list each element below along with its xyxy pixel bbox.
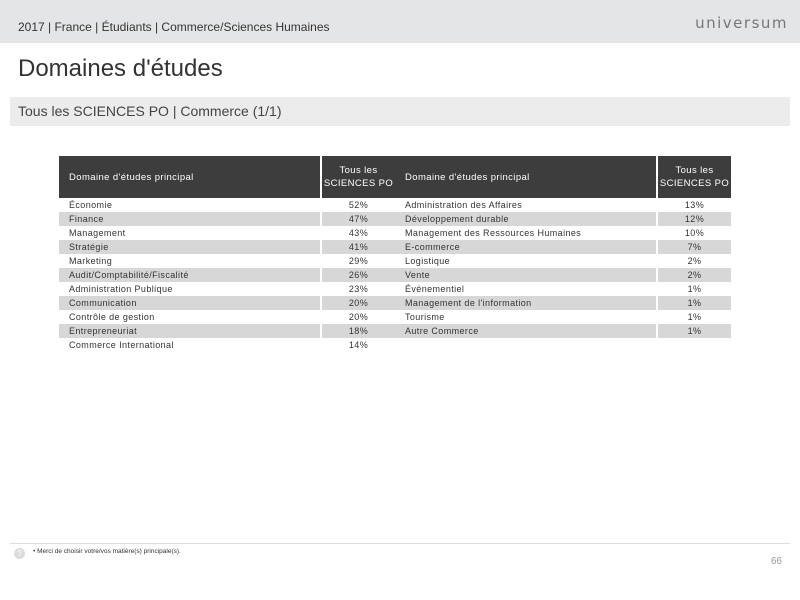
footnote: • Merci de choisir votre/vos matière(s) … [33,548,181,555]
percent-cell: 2% [656,268,731,282]
percent-cell: 1% [656,310,731,324]
domain-cell: Événementiel [405,284,465,294]
domain-cell: Administration des Affaires [405,200,523,210]
table-row: E-commerce 7% [395,240,731,254]
percent-cell: 10% [656,226,731,240]
percent-cell: 13% [656,198,731,212]
domain-cell: Administration Publique [69,284,173,294]
domain-cell: Vente [395,268,656,282]
column-header-domain: Domaine d'études principal [59,156,320,198]
percent-cell: 1% [656,296,731,310]
domain-cell: Économie [69,200,113,210]
page-title: Domaines d'études [18,55,223,82]
top-bar: 2017 | France | Étudiants | Commerce/Sci… [0,0,800,43]
domain-cell: Commerce International [69,340,174,350]
table-row: Logistique 2% [395,254,731,268]
page-number: 66 [770,556,782,567]
domain-cell: Autre Commerce [395,324,656,338]
percent-cell: 1% [656,324,731,338]
table-row: Audit/Comptabilité/Fiscalité 26% [59,268,395,282]
percent-cell: 23% [320,282,395,296]
domain-cell: E-commerce [395,240,656,254]
table-row: Développement durable 12% [395,212,731,226]
percent-cell: 26% [320,268,395,282]
column-header-percent: Tous les SCIENCES PO [656,156,731,198]
domain-cell: Communication [59,296,320,310]
left-table: Domaine d'études principal Tous les SCIE… [59,156,395,352]
column-header-percent-line1: Tous les [675,165,714,176]
percent-cell: 1% [656,282,731,296]
percent-cell: 18% [320,324,395,338]
table-row: Entrepreneuriat 18% [59,324,395,338]
subtitle: Tous les SCIENCES PO | Commerce (1/1) [18,103,282,119]
breadcrumb: 2017 | France | Étudiants | Commerce/Sci… [18,20,330,34]
table-row: Administration des Affaires 13% [395,198,731,212]
percent-cell: 20% [320,310,395,324]
domain-cell: Management [69,228,126,238]
table-row: Finance 47% [59,212,395,226]
column-header-percent-line2: SCIENCES PO [659,178,730,189]
domain-cell: Entrepreneuriat [59,324,320,338]
percent-cell: 52% [320,198,395,212]
domain-cell: Management de l'information [395,296,656,310]
domain-cell: Management des Ressources Humaines [405,228,582,238]
percent-cell: 47% [320,212,395,226]
column-header-percent: Tous les SCIENCES PO [320,156,395,198]
domain-cell: Tourisme [405,312,445,322]
table-row: Administration Publique 23% [59,282,395,296]
domain-cell: Audit/Comptabilité/Fiscalité [59,268,320,282]
percent-cell: 20% [320,296,395,310]
table-row: Management de l'information 1% [395,296,731,310]
subtitle-band: Tous les SCIENCES PO | Commerce (1/1) [10,97,790,126]
domain-cell: Contrôle de gestion [69,312,155,322]
column-header-percent-line1: Tous les [339,165,378,176]
table-row: Autre Commerce 1% [395,324,731,338]
domain-cell: Développement durable [395,212,656,226]
table-row: Management des Ressources Humaines 10% [395,226,731,240]
column-header-percent-line2: SCIENCES PO [323,178,394,189]
percent-cell: 7% [656,240,731,254]
domain-cell: Stratégie [59,240,320,254]
right-table: Domaine d'études principal Tous les SCIE… [395,156,731,338]
table-row: Marketing 29% [59,254,395,268]
column-header-domain: Domaine d'études principal [395,156,656,198]
table-row: Vente 2% [395,268,731,282]
table-row: Tourisme 1% [395,310,731,324]
table-row: Management 43% [59,226,395,240]
percent-cell: 43% [320,226,395,240]
footer-divider [10,543,790,544]
percent-cell: 29% [320,254,395,268]
percent-cell: 14% [320,338,395,352]
question-circle-icon: ? [14,548,25,559]
domain-cell: Marketing [69,256,113,266]
percent-cell: 41% [320,240,395,254]
domain-cell: Logistique [405,256,451,266]
universum-logo: universum [695,14,788,32]
domain-cell: Finance [59,212,320,226]
percent-cell: 12% [656,212,731,226]
table-row: Contrôle de gestion 20% [59,310,395,324]
table-row: Stratégie 41% [59,240,395,254]
table-row: Événementiel 1% [395,282,731,296]
table-row: Commerce International 14% [59,338,395,352]
table-row: Économie 52% [59,198,395,212]
table-row: Communication 20% [59,296,395,310]
percent-cell: 2% [656,254,731,268]
